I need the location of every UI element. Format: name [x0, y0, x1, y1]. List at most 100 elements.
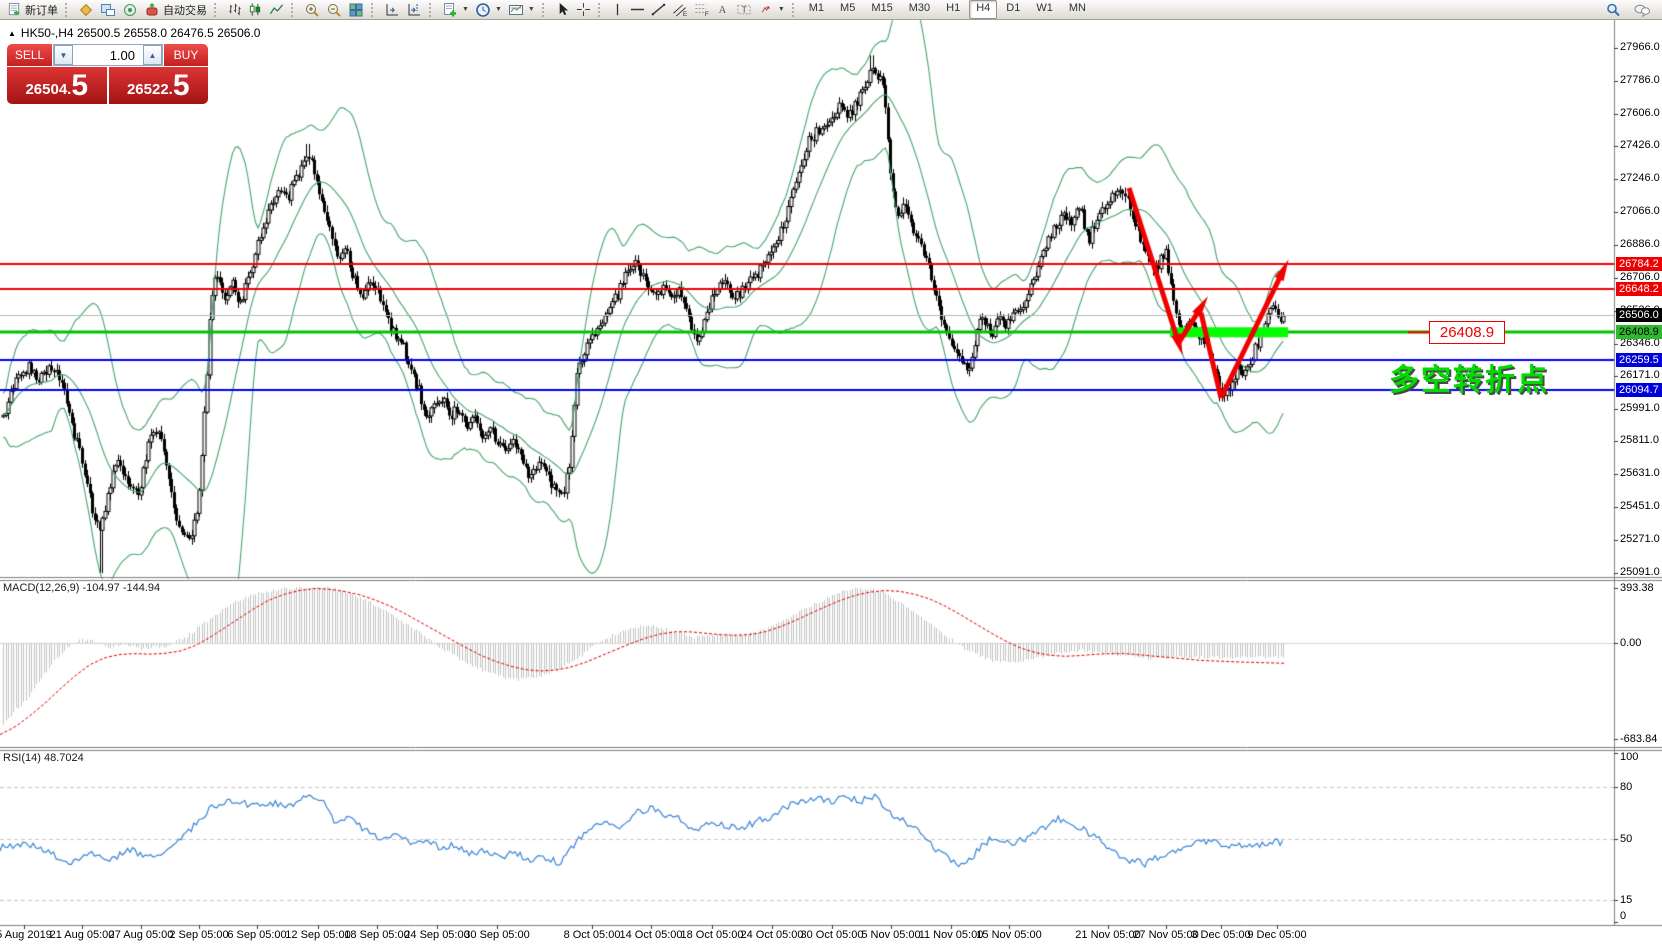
search-button[interactable] — [1602, 1, 1624, 19]
auto-scroll-button[interactable] — [381, 1, 403, 19]
volume-increase-button[interactable]: ▲ — [143, 45, 162, 65]
price-axis-label: 27066.0 — [1620, 205, 1660, 217]
new-order-icon — [7, 2, 22, 17]
time-axis-label: 12 Sep 05:00 — [285, 929, 350, 941]
price-level-label-blue: 26094.7 — [1616, 383, 1662, 397]
volume-stepper: ▼ 1.00 ▲ — [53, 44, 163, 66]
timeframe-button-m15[interactable]: M15 — [864, 0, 899, 19]
horizontal-line-button[interactable] — [627, 1, 648, 19]
equidistant-channel-icon: E — [672, 2, 688, 17]
new-order-label: 新订单 — [25, 2, 58, 18]
dropdown-caret: ▼ — [495, 6, 502, 13]
timeframe-button-w1[interactable]: W1 — [1029, 0, 1060, 19]
time-axis-label: 30 Sep 05:00 — [464, 929, 529, 941]
svg-text:T: T — [741, 4, 746, 14]
price-axis-label: 27606.0 — [1620, 107, 1660, 119]
time-axis-label: 27 Nov 05:00 — [1133, 929, 1198, 941]
macd-axis-label: -683.84 — [1620, 733, 1657, 745]
toolbar-separator — [291, 3, 297, 17]
navigator-icon — [122, 2, 138, 18]
zoom-out-button[interactable] — [323, 1, 345, 19]
toolbar-separator — [429, 3, 435, 17]
toolbar-separator — [792, 3, 798, 17]
metaquotes-button[interactable] — [75, 1, 97, 19]
timeframe-button-m1[interactable]: M1 — [802, 0, 831, 19]
hline-price-tag[interactable]: 26408.9 — [1429, 321, 1505, 344]
price-axis-label: 25991.0 — [1620, 402, 1660, 414]
bar-chart-button[interactable] — [224, 1, 245, 19]
svg-text:E: E — [683, 11, 688, 17]
new-order-button[interactable]: 新订单 — [4, 1, 61, 19]
macd-axis-label: 0.00 — [1620, 637, 1641, 649]
periods-button[interactable]: ▼ — [472, 1, 505, 19]
price-axis-label: 27246.0 — [1620, 172, 1660, 184]
arrows-button[interactable]: ▼ — [755, 1, 788, 19]
time-axis-label: 30 Oct 05:00 — [801, 929, 864, 941]
time-axis-label: 18 Sep 05:00 — [344, 929, 409, 941]
turning-point-note[interactable]: 多空转折点 — [1389, 355, 1549, 399]
price-level-label-red: 26784.2 — [1616, 257, 1662, 271]
dropdown-caret: ▼ — [528, 6, 535, 13]
templates-icon — [508, 2, 524, 18]
bar-chart-icon — [227, 2, 242, 17]
tile-windows-icon — [348, 2, 364, 18]
sell-button[interactable]: SELL — [7, 44, 52, 66]
zoom-in-button[interactable] — [301, 1, 323, 19]
channel-button[interactable]: E — [669, 1, 691, 19]
timeframe-button-h4[interactable]: H4 — [969, 0, 997, 19]
line-chart-button[interactable] — [266, 1, 287, 19]
tile-windows-button[interactable] — [345, 1, 367, 19]
crosshair-button[interactable] — [573, 1, 594, 19]
cursor-button[interactable] — [552, 1, 573, 19]
timeframe-button-m5[interactable]: M5 — [833, 0, 862, 19]
time-axis-label: 15 Nov 05:00 — [976, 929, 1041, 941]
price-level-label-black: 26506.0 — [1616, 308, 1662, 322]
chat-button[interactable] — [1630, 1, 1654, 19]
price-level-label-blue: 26259.5 — [1616, 353, 1662, 367]
main-toolbar: 新订单 自动交易 — [0, 0, 1662, 20]
price-axis-label: 26171.0 — [1620, 369, 1660, 381]
volume-decrease-button[interactable]: ▼ — [54, 45, 73, 65]
crosshair-icon — [576, 2, 591, 17]
timeframe-button-h1[interactable]: H1 — [939, 0, 967, 19]
timeframe-button-mn[interactable]: MN — [1062, 0, 1093, 19]
chart-shift-button[interactable] — [403, 1, 425, 19]
price-axis-label: 25451.0 — [1620, 500, 1660, 512]
diamond-icon — [78, 2, 94, 18]
profiles-button[interactable] — [97, 1, 119, 19]
timeframe-button-m30[interactable]: M30 — [902, 0, 937, 19]
buy-price[interactable]: 26522.5 — [109, 67, 209, 104]
fibonacci-button[interactable]: F — [691, 1, 713, 19]
toolbar-separator — [542, 3, 548, 17]
auto-scroll-icon — [384, 2, 400, 18]
price-axis-label: 25271.0 — [1620, 533, 1660, 545]
trendline-button[interactable] — [648, 1, 669, 19]
time-axis-label: 3 Dec 05:00 — [1191, 929, 1250, 941]
price-axis-label: 26886.0 — [1620, 238, 1660, 250]
navigator-button[interactable] — [119, 1, 141, 19]
text-button[interactable]: A — [713, 1, 733, 19]
chart-canvas[interactable] — [0, 0, 1662, 944]
timeframe-button-d1[interactable]: D1 — [999, 0, 1027, 19]
time-axis-label: 24 Sep 05:00 — [404, 929, 469, 941]
indicators-button[interactable]: ▼ — [439, 1, 472, 19]
time-axis-label: 8 Oct 05:00 — [564, 929, 621, 941]
price-level-label-green: 26408.9 — [1616, 325, 1662, 339]
toolbar-separator — [371, 3, 377, 17]
time-axis-label: 27 Aug 05:00 — [109, 929, 174, 941]
symbol-trend-icon: ▲ — [8, 29, 16, 38]
sell-price-fraction: 5 — [71, 71, 88, 101]
volume-value[interactable]: 1.00 — [73, 45, 143, 65]
toolbar-separator — [65, 3, 71, 17]
templates-button[interactable]: ▼ — [505, 1, 538, 19]
vertical-line-button[interactable] — [608, 1, 627, 19]
time-axis-label: 6 Sep 05:00 — [227, 929, 286, 941]
candlestick-chart-button[interactable] — [245, 1, 266, 19]
rsi-axis-label: 80 — [1620, 781, 1632, 793]
autotrading-button[interactable]: 自动交易 — [141, 1, 210, 19]
rsi-axis-label: 15 — [1620, 894, 1632, 906]
sell-price[interactable]: 26504.5 — [7, 67, 107, 104]
text-label-button[interactable]: T — [733, 1, 755, 19]
buy-button[interactable]: BUY — [164, 44, 208, 66]
autotrading-label: 自动交易 — [163, 2, 207, 18]
